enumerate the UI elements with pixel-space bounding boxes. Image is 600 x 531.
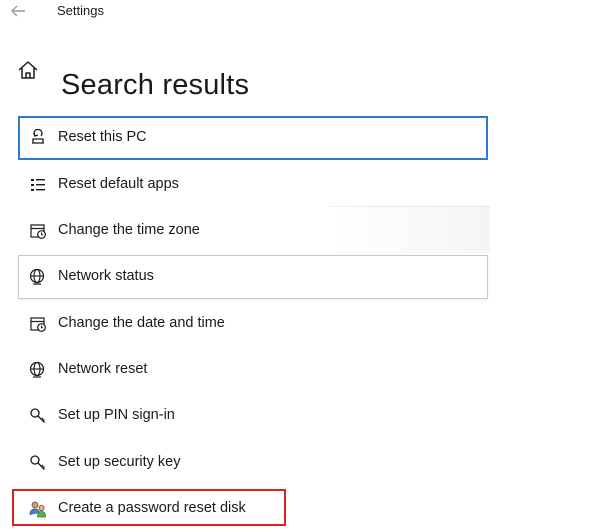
result-label: Set up security key [58,454,181,470]
globe-icon [29,361,47,379]
result-label: Reset this PC [58,129,147,145]
result-label: Change the time zone [58,222,200,238]
result-label: Network reset [58,361,148,377]
result-label: Set up PIN sign-in [58,407,175,423]
result-reset-default-apps[interactable]: Reset default apps [18,163,488,207]
result-reset-this-pc[interactable]: Reset this PC [18,116,488,160]
result-setup-security-key[interactable]: Set up security key [18,441,488,485]
globe-icon [29,268,47,286]
calendar-clock-icon [29,315,47,333]
result-change-date-time[interactable]: Change the date and time [18,302,488,346]
default-apps-icon [29,176,47,194]
result-label: Network status [58,268,154,284]
result-change-time-zone[interactable]: Change the time zone [18,209,488,253]
home-icon [18,61,38,79]
calendar-clock-icon [29,222,47,240]
result-setup-pin[interactable]: Set up PIN sign-in [18,394,488,438]
page-title: Search results [61,69,250,102]
reset-pc-icon [29,129,47,147]
back-button[interactable] [8,2,28,20]
result-label: Change the date and time [58,315,225,331]
red-highlight-box [12,489,286,526]
key-icon [29,454,47,472]
home-button[interactable] [17,60,39,80]
result-network-status[interactable]: Network status [18,255,488,299]
key-icon [29,407,47,425]
title-bar: Settings [0,0,600,24]
result-label: Reset default apps [58,176,179,192]
app-title: Settings [57,3,104,18]
back-arrow-icon [11,5,25,17]
result-network-reset[interactable]: Network reset [18,348,488,392]
